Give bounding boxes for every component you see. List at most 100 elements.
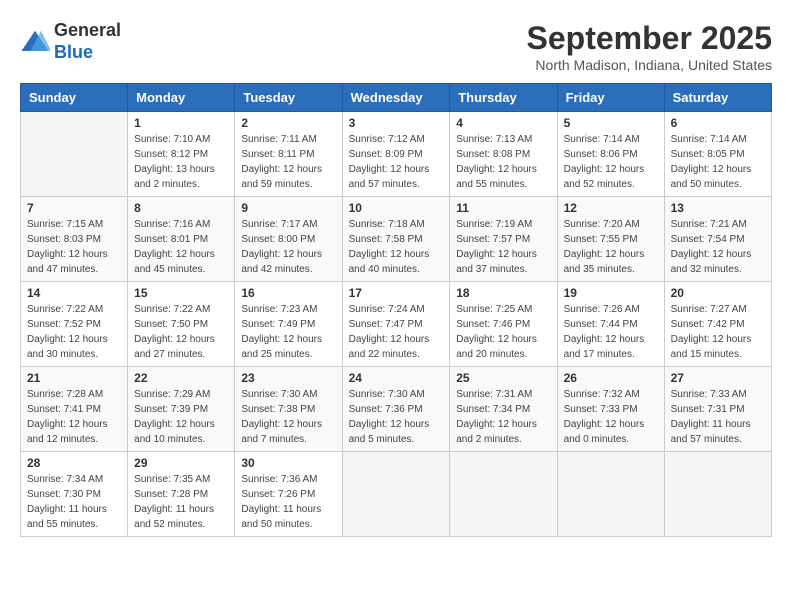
day-number: 21 bbox=[27, 371, 121, 385]
day-number: 4 bbox=[456, 116, 550, 130]
day-info: Sunrise: 7:14 AM Sunset: 8:06 PM Dayligh… bbox=[564, 132, 658, 192]
calendar-week-3: 14 Sunrise: 7:22 AM Sunset: 7:52 PM Dayli… bbox=[21, 282, 772, 367]
logo-icon bbox=[20, 27, 50, 57]
day-number: 10 bbox=[349, 201, 444, 215]
calendar-cell: 4 Sunrise: 7:13 AM Sunset: 8:08 PM Daylig… bbox=[450, 112, 557, 197]
day-number: 15 bbox=[134, 286, 228, 300]
day-info: Sunrise: 7:20 AM Sunset: 7:55 PM Dayligh… bbox=[564, 217, 658, 277]
calendar-cell: 27 Sunrise: 7:33 AM Sunset: 7:31 PM Dayli… bbox=[664, 367, 771, 452]
calendar-cell: 20Sunrise: 7:27 AM Sunset: 7:42 PM Dayli… bbox=[664, 282, 771, 367]
calendar-cell: 10 Sunrise: 7:18 AM Sunset: 7:58 PM Dayli… bbox=[342, 197, 450, 282]
day-info: Sunrise: 7:10 AM Sunset: 8:12 PM Dayligh… bbox=[134, 132, 228, 192]
day-info: Sunrise: 7:35 AM Sunset: 7:28 PM Dayligh… bbox=[134, 472, 228, 532]
calendar-cell: 30Sunrise: 7:36 AM Sunset: 7:26 PM Dayli… bbox=[235, 452, 342, 537]
calendar-table: SundayMondayTuesdayWednesdayThursdayFrid… bbox=[20, 83, 772, 537]
calendar-cell: 26 Sunrise: 7:32 AM Sunset: 7:33 PM Dayli… bbox=[557, 367, 664, 452]
day-info: Sunrise: 7:16 AM Sunset: 8:01 PM Dayligh… bbox=[134, 217, 228, 277]
calendar-header-row: SundayMondayTuesdayWednesdayThursdayFrid… bbox=[21, 84, 772, 112]
day-info: Sunrise: 7:15 AM Sunset: 8:03 PM Dayligh… bbox=[27, 217, 121, 277]
day-info: Sunrise: 7:33 AM Sunset: 7:31 PM Dayligh… bbox=[671, 387, 765, 447]
calendar-week-1: 1 Sunrise: 7:10 AM Sunset: 8:12 PM Daylig… bbox=[21, 112, 772, 197]
header-friday: Friday bbox=[557, 84, 664, 112]
header-tuesday: Tuesday bbox=[235, 84, 342, 112]
day-info: Sunrise: 7:13 AM Sunset: 8:08 PM Dayligh… bbox=[456, 132, 550, 192]
day-number: 23 bbox=[241, 371, 335, 385]
calendar-cell bbox=[21, 112, 128, 197]
logo-text: General Blue bbox=[54, 20, 121, 63]
day-number: 17 bbox=[349, 286, 444, 300]
calendar-week-5: 28 Sunrise: 7:34 AM Sunset: 7:30 PM Dayli… bbox=[21, 452, 772, 537]
calendar-cell: 21 Sunrise: 7:28 AM Sunset: 7:41 PM Dayli… bbox=[21, 367, 128, 452]
calendar-cell: 16 Sunrise: 7:23 AM Sunset: 7:49 PM Dayli… bbox=[235, 282, 342, 367]
day-info: Sunrise: 7:24 AM Sunset: 7:47 PM Dayligh… bbox=[349, 302, 444, 362]
day-number: 22 bbox=[134, 371, 228, 385]
day-number: 29 bbox=[134, 456, 228, 470]
header-wednesday: Wednesday bbox=[342, 84, 450, 112]
calendar-cell: 14 Sunrise: 7:22 AM Sunset: 7:52 PM Dayli… bbox=[21, 282, 128, 367]
day-number: 13 bbox=[671, 201, 765, 215]
day-info: Sunrise: 7:32 AM Sunset: 7:33 PM Dayligh… bbox=[564, 387, 658, 447]
day-number: 8 bbox=[134, 201, 228, 215]
day-info: Sunrise: 7:19 AM Sunset: 7:57 PM Dayligh… bbox=[456, 217, 550, 277]
day-info: Sunrise: 7:22 AM Sunset: 7:50 PM Dayligh… bbox=[134, 302, 228, 362]
day-number: 26 bbox=[564, 371, 658, 385]
calendar-cell: 23 Sunrise: 7:30 AM Sunset: 7:38 PM Dayli… bbox=[235, 367, 342, 452]
location: North Madison, Indiana, United States bbox=[527, 57, 772, 73]
calendar-cell: 13 Sunrise: 7:21 AM Sunset: 7:54 PM Dayli… bbox=[664, 197, 771, 282]
calendar-cell: 22 Sunrise: 7:29 AM Sunset: 7:39 PM Dayli… bbox=[128, 367, 235, 452]
day-number: 18 bbox=[456, 286, 550, 300]
calendar-cell: 11Sunrise: 7:19 AM Sunset: 7:57 PM Dayli… bbox=[450, 197, 557, 282]
calendar-cell: 28 Sunrise: 7:34 AM Sunset: 7:30 PM Dayli… bbox=[21, 452, 128, 537]
day-info: Sunrise: 7:27 AM Sunset: 7:42 PM Dayligh… bbox=[671, 302, 765, 362]
calendar-cell: 2Sunrise: 7:11 AM Sunset: 8:11 PM Daylig… bbox=[235, 112, 342, 197]
calendar-cell: 29 Sunrise: 7:35 AM Sunset: 7:28 PM Dayli… bbox=[128, 452, 235, 537]
day-number: 9 bbox=[241, 201, 335, 215]
day-number: 3 bbox=[349, 116, 444, 130]
header-thursday: Thursday bbox=[450, 84, 557, 112]
day-info: Sunrise: 7:11 AM Sunset: 8:11 PM Dayligh… bbox=[241, 132, 335, 192]
day-number: 28 bbox=[27, 456, 121, 470]
day-number: 30 bbox=[241, 456, 335, 470]
day-number: 27 bbox=[671, 371, 765, 385]
calendar-cell bbox=[664, 452, 771, 537]
calendar-cell: 9Sunrise: 7:17 AM Sunset: 8:00 PM Daylig… bbox=[235, 197, 342, 282]
calendar-cell: 8 Sunrise: 7:16 AM Sunset: 8:01 PM Daylig… bbox=[128, 197, 235, 282]
calendar-cell: 1 Sunrise: 7:10 AM Sunset: 8:12 PM Daylig… bbox=[128, 112, 235, 197]
day-info: Sunrise: 7:21 AM Sunset: 7:54 PM Dayligh… bbox=[671, 217, 765, 277]
calendar-cell bbox=[342, 452, 450, 537]
calendar-week-2: 7Sunrise: 7:15 AM Sunset: 8:03 PM Daylig… bbox=[21, 197, 772, 282]
calendar-cell: 25 Sunrise: 7:31 AM Sunset: 7:34 PM Dayli… bbox=[450, 367, 557, 452]
day-info: Sunrise: 7:23 AM Sunset: 7:49 PM Dayligh… bbox=[241, 302, 335, 362]
calendar-cell: 3 Sunrise: 7:12 AM Sunset: 8:09 PM Daylig… bbox=[342, 112, 450, 197]
day-number: 16 bbox=[241, 286, 335, 300]
calendar-cell: 12 Sunrise: 7:20 AM Sunset: 7:55 PM Dayli… bbox=[557, 197, 664, 282]
logo-general: General bbox=[54, 20, 121, 40]
calendar-cell bbox=[557, 452, 664, 537]
day-number: 5 bbox=[564, 116, 658, 130]
day-number: 14 bbox=[27, 286, 121, 300]
day-info: Sunrise: 7:12 AM Sunset: 8:09 PM Dayligh… bbox=[349, 132, 444, 192]
calendar-cell: 18 Sunrise: 7:25 AM Sunset: 7:46 PM Dayli… bbox=[450, 282, 557, 367]
day-number: 6 bbox=[671, 116, 765, 130]
day-info: Sunrise: 7:31 AM Sunset: 7:34 PM Dayligh… bbox=[456, 387, 550, 447]
day-info: Sunrise: 7:30 AM Sunset: 7:36 PM Dayligh… bbox=[349, 387, 444, 447]
day-info: Sunrise: 7:18 AM Sunset: 7:58 PM Dayligh… bbox=[349, 217, 444, 277]
month-title: September 2025 bbox=[527, 20, 772, 57]
calendar-cell: 5 Sunrise: 7:14 AM Sunset: 8:06 PM Daylig… bbox=[557, 112, 664, 197]
day-info: Sunrise: 7:25 AM Sunset: 7:46 PM Dayligh… bbox=[456, 302, 550, 362]
day-info: Sunrise: 7:29 AM Sunset: 7:39 PM Dayligh… bbox=[134, 387, 228, 447]
day-number: 25 bbox=[456, 371, 550, 385]
day-info: Sunrise: 7:22 AM Sunset: 7:52 PM Dayligh… bbox=[27, 302, 121, 362]
day-number: 12 bbox=[564, 201, 658, 215]
day-number: 19 bbox=[564, 286, 658, 300]
day-info: Sunrise: 7:30 AM Sunset: 7:38 PM Dayligh… bbox=[241, 387, 335, 447]
logo: General Blue bbox=[20, 20, 121, 63]
day-number: 1 bbox=[134, 116, 228, 130]
page-header: General Blue September 2025 North Madiso… bbox=[20, 20, 772, 73]
day-info: Sunrise: 7:28 AM Sunset: 7:41 PM Dayligh… bbox=[27, 387, 121, 447]
day-info: Sunrise: 7:34 AM Sunset: 7:30 PM Dayligh… bbox=[27, 472, 121, 532]
calendar-cell: 6Sunrise: 7:14 AM Sunset: 8:05 PM Daylig… bbox=[664, 112, 771, 197]
day-info: Sunrise: 7:26 AM Sunset: 7:44 PM Dayligh… bbox=[564, 302, 658, 362]
calendar-cell: 19 Sunrise: 7:26 AM Sunset: 7:44 PM Dayli… bbox=[557, 282, 664, 367]
calendar-cell bbox=[450, 452, 557, 537]
